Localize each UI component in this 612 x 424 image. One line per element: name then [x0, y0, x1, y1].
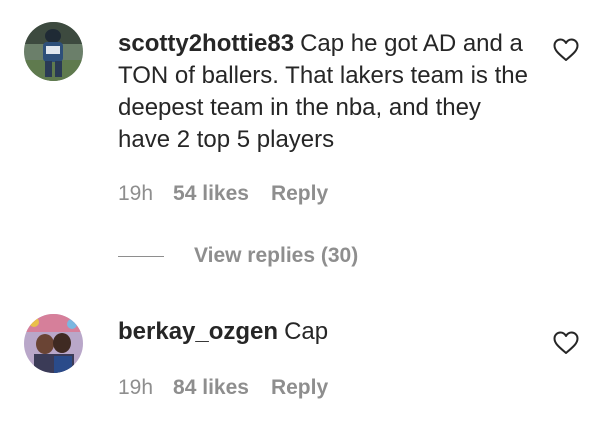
view-replies-button[interactable]: View replies (30)	[118, 244, 358, 270]
user-avatar-icon	[24, 314, 83, 373]
likes-count[interactable]: 54 likes	[173, 181, 249, 207]
likes-count[interactable]: 84 likes	[173, 375, 249, 401]
username-link[interactable]: berkay_ozgen	[118, 318, 278, 345]
comment-time: 19h	[118, 376, 154, 399]
comment-body: Cap	[284, 318, 329, 345]
reply-button[interactable]: Reply	[271, 375, 328, 401]
replies-divider-line	[118, 255, 164, 257]
comment-meta: 19h 54 likes Reply	[118, 181, 328, 207]
username-link[interactable]: scotty2hottie83	[118, 30, 294, 57]
heart-outline-icon	[553, 331, 579, 354]
reply-button[interactable]: Reply	[271, 181, 328, 207]
avatar[interactable]	[24, 22, 83, 81]
heart-outline-icon	[553, 38, 579, 61]
comment-meta: 19h 84 likes Reply	[118, 375, 328, 401]
user-avatar-icon	[24, 22, 83, 81]
view-replies-label: View replies (30)	[194, 244, 359, 267]
comment-text: berkay_ozgen Cap	[118, 316, 538, 348]
comment-time: 19h	[118, 182, 154, 205]
comment-text: scotty2hottie83 Cap he got AD and a TON o…	[118, 28, 538, 156]
like-button[interactable]	[553, 38, 579, 62]
avatar[interactable]	[24, 314, 83, 373]
like-button[interactable]	[553, 331, 579, 355]
